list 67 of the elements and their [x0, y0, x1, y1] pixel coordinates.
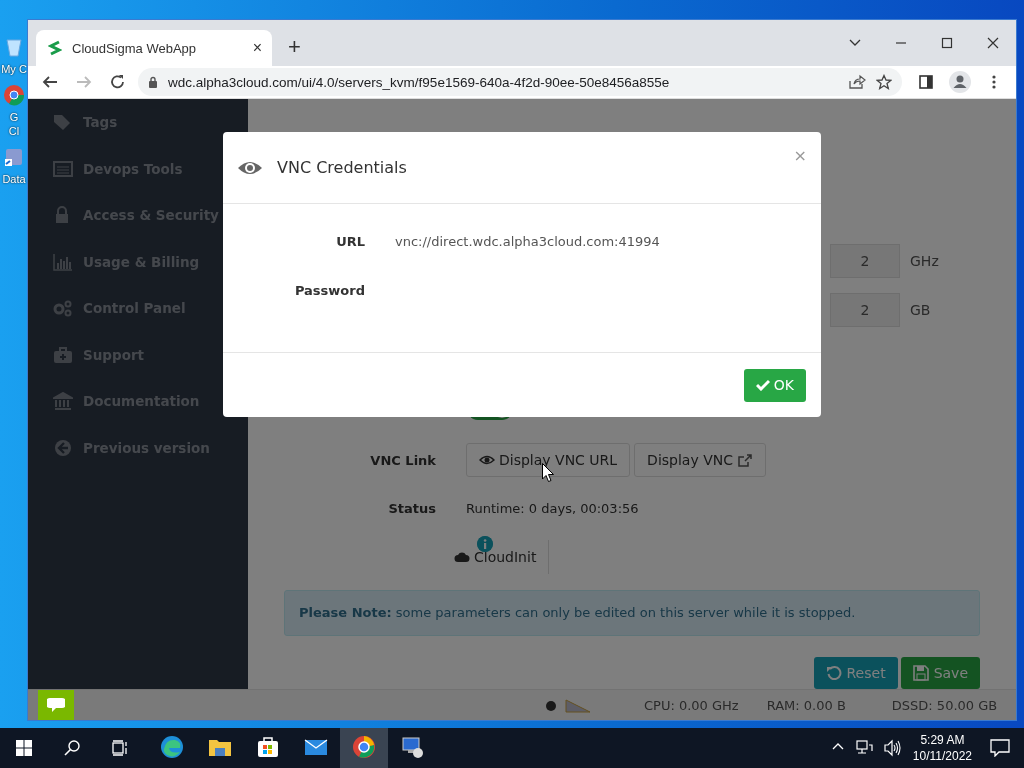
remote-desktop-icon [400, 735, 424, 759]
browser-icon[interactable] [3, 84, 25, 106]
vnc-button[interactable]: Display VNC URL [466, 443, 631, 477]
external-link-icon [737, 453, 753, 467]
dialog-title: VNC Credentials [277, 158, 407, 177]
shortcut-icon[interactable] [3, 146, 25, 168]
usage-stat: RAM: 0.00 B [766, 697, 846, 713]
desktop-icon-label[interactable]: Data [2, 172, 26, 186]
reset-button[interactable]: Reset [813, 657, 898, 689]
tab-close-button[interactable]: × [252, 39, 262, 57]
note-text: Please Note: some parameters can only be edited on this server while it is stopped. [299, 605, 856, 621]
store-bag-icon [256, 735, 280, 759]
field-label: Status [387, 500, 436, 516]
cloud-icon [454, 550, 470, 563]
sidebar-item-icon [53, 345, 73, 364]
clock-time: 5:29 AM [920, 732, 965, 748]
browser-icon [352, 735, 376, 759]
eye-icon [479, 453, 495, 467]
clock-button[interactable]: 5:29 AM 10/11/2022 [912, 732, 972, 764]
usage-stat: CPU: 0.00 GHz [644, 697, 739, 713]
sidebar-item-icon [53, 438, 73, 457]
close-icon[interactable] [985, 35, 1001, 51]
reset-icon [825, 665, 842, 681]
side-panel-icon[interactable] [918, 74, 934, 90]
field-label: URL [335, 233, 365, 249]
field-label: VNC Link [369, 452, 436, 468]
ok-button[interactable]: OK [743, 368, 806, 402]
unit-label: GB [910, 302, 931, 318]
save-button[interactable]: Save [900, 657, 980, 689]
desktop-icon-label[interactable]: My C [1, 62, 27, 76]
unit-label: GHz [910, 253, 939, 269]
star-icon[interactable] [876, 74, 892, 90]
close-button[interactable]: × [793, 146, 807, 165]
usage-graph-icon [544, 696, 592, 714]
share-icon[interactable] [848, 74, 866, 90]
chat-bubble-icon [47, 697, 65, 713]
desktop-icon-label[interactable]: G [9, 110, 19, 124]
address-bar[interactable]: wdc.alpha3cloud.com/ui/4.0/servers_kvm/f95e1569-640a-4f2d-90ee-50e8456a855e [138, 68, 902, 96]
clock-date: 10/11/2022 [912, 748, 972, 764]
sidebar-item-icon [53, 252, 73, 271]
url-text: wdc.alpha3cloud.com/ui/4.0/servers_kvm/f95e1569-640a-4f2d-90ee-50e8456a855e [168, 74, 671, 90]
usage-stat: DSSD: 50.00 GB [891, 697, 998, 713]
task-view-icon[interactable] [112, 740, 128, 756]
field-value: vnc://direct.wdc.alpha3cloud.com:41994 [395, 233, 661, 249]
field-label: Password [293, 282, 365, 298]
number-field[interactable]: 2 [830, 244, 900, 278]
browser-tab[interactable]: CloudSigma WebApp × [36, 30, 272, 66]
maximize-icon[interactable] [939, 35, 955, 51]
sidebar-item-icon [53, 113, 73, 132]
sigma-logo-icon [48, 40, 62, 56]
search-icon[interactable] [64, 740, 80, 756]
sidebar-item-icon [53, 299, 73, 318]
sidebar-item-icon [53, 159, 73, 178]
sidebar-item-icon [53, 392, 73, 411]
reload-icon[interactable] [109, 73, 127, 91]
taskbar-app-button[interactable] [340, 728, 388, 768]
new-tab-button[interactable]: + [284, 34, 305, 60]
edge-browser-icon [160, 735, 184, 759]
tab-title: CloudSigma WebApp [72, 40, 198, 56]
start-icon[interactable] [16, 740, 32, 756]
number-field[interactable]: 2 [830, 293, 900, 327]
check-icon [755, 379, 770, 391]
status-value: Runtime: 0 days, 00:03:56 [466, 500, 640, 516]
info-icon [477, 535, 493, 552]
lock-icon [148, 76, 158, 88]
vnc-button[interactable]: Display VNC [634, 443, 766, 477]
desktop-icon-label[interactable]: Cl [8, 124, 20, 138]
